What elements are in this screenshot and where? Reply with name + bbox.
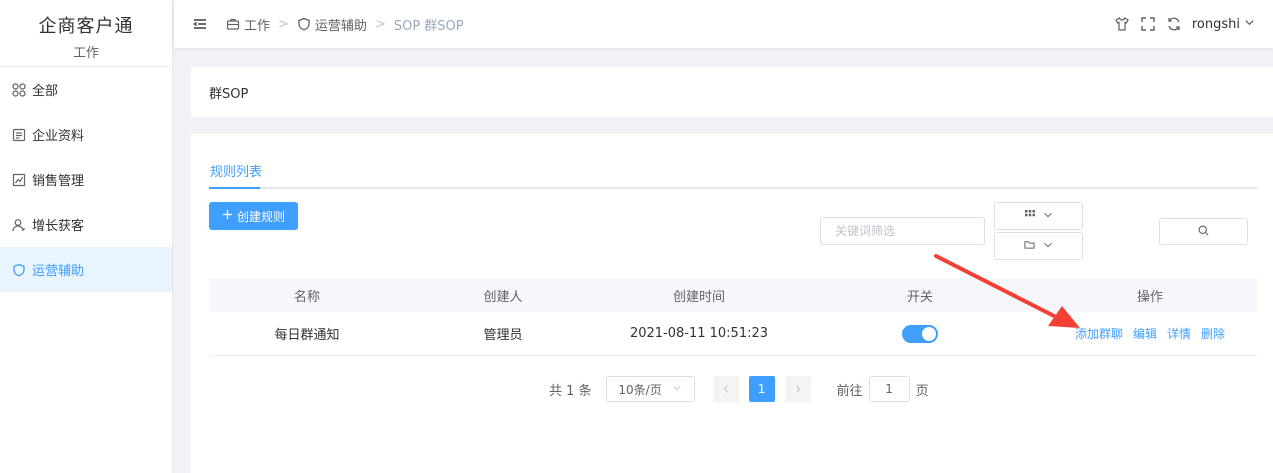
goto-prefix: 前往 bbox=[836, 383, 863, 399]
breadcrumb-label: 运营辅助 bbox=[314, 18, 367, 34]
username: rongshi bbox=[1191, 16, 1240, 32]
breadcrumb-item-work[interactable]: 工作 bbox=[226, 15, 270, 34]
sidebar-item-operations[interactable]: 运营辅助 bbox=[0, 247, 172, 292]
refresh-icon[interactable] bbox=[1166, 16, 1182, 32]
user-icon bbox=[12, 218, 26, 232]
chevron-down-icon bbox=[1043, 209, 1053, 224]
prev-page-button[interactable] bbox=[712, 376, 739, 402]
column-header-name: 名称 bbox=[293, 289, 320, 305]
sidebar: 企商客户通 工作 全部 企业资料 销售管理 增长获客 运营辅助 bbox=[0, 0, 173, 473]
annotation-arrow-icon bbox=[934, 254, 1080, 328]
column-header-created-at: 创建时间 bbox=[672, 289, 725, 305]
user-menu[interactable]: rongshi bbox=[1192, 17, 1255, 32]
tab-rule-list[interactable]: 规则列表 bbox=[209, 161, 263, 189]
create-rule-label: 创建规则 bbox=[236, 209, 285, 224]
page-size-value: 10条/页 bbox=[618, 382, 662, 397]
plus-icon bbox=[222, 209, 233, 223]
create-rule-button[interactable]: 创建规则 bbox=[209, 202, 298, 230]
delete-link[interactable]: 删除 bbox=[1201, 325, 1225, 342]
sidebar-item-label: 销售管理 bbox=[32, 174, 85, 189]
sidebar-item-label: 增长获客 bbox=[32, 219, 85, 234]
breadcrumb-separator: > bbox=[278, 16, 289, 32]
sidebar-item-label: 运营辅助 bbox=[32, 264, 85, 279]
rules-card: 规则列表 创建规则 名称 创建人 创建时间 bbox=[191, 134, 1273, 473]
goto-page-input[interactable] bbox=[868, 376, 910, 402]
page-number-current[interactable]: 1 bbox=[748, 376, 775, 402]
rules-table: 名称 创建人 创建时间 开关 操作 每日群通知 管理员 2021-08-11 1… bbox=[209, 278, 1257, 356]
sidebar-item-company-info[interactable]: 企业资料 bbox=[0, 112, 172, 157]
breadcrumb-item-operations[interactable]: 运营辅助 bbox=[297, 15, 367, 34]
sidebar-item-label: 全部 bbox=[32, 84, 59, 99]
details-link[interactable]: 详情 bbox=[1167, 325, 1191, 342]
column-header-creator: 创建人 bbox=[483, 289, 523, 305]
shield-icon bbox=[12, 263, 26, 277]
cell-name: 每日群通知 bbox=[274, 328, 340, 343]
grid-icon bbox=[12, 82, 26, 97]
sidebar-item-label: 企业资料 bbox=[32, 129, 85, 144]
keyword-search-input[interactable] bbox=[820, 217, 985, 245]
top-header: 工作 > 运营辅助 > SOP 群SOP rongshi bbox=[174, 0, 1273, 48]
search-icon bbox=[1198, 224, 1209, 239]
table-header: 名称 创建人 创建时间 开关 操作 bbox=[209, 278, 1257, 312]
pagination-total: 共 1 条 bbox=[549, 383, 592, 399]
goto-suffix: 页 bbox=[915, 383, 929, 399]
chevron-down-icon bbox=[1244, 17, 1255, 32]
breadcrumb-separator: > bbox=[374, 16, 386, 32]
briefcase-icon bbox=[226, 17, 240, 31]
view-mode-dropdown[interactable] bbox=[994, 202, 1083, 230]
chevron-down-icon bbox=[672, 382, 682, 396]
next-page-button[interactable] bbox=[784, 376, 811, 402]
chart-icon bbox=[12, 173, 26, 187]
cell-created-at: 2021-08-11 10:51:23 bbox=[629, 326, 769, 341]
brand-subtitle: 工作 bbox=[72, 46, 99, 61]
breadcrumb-label: 工作 bbox=[244, 18, 271, 34]
sidebar-item-all[interactable]: 全部 bbox=[0, 67, 172, 112]
page-title: 群SOP bbox=[209, 86, 249, 102]
tabs: 规则列表 bbox=[209, 152, 1257, 189]
breadcrumb: 工作 > 运营辅助 > SOP 群SOP bbox=[226, 15, 464, 34]
chevron-left-icon bbox=[723, 385, 728, 393]
page-title-card: 群SOP bbox=[191, 67, 1273, 117]
sidebar-menu: 全部 企业资料 销售管理 增长获客 运营辅助 bbox=[0, 67, 172, 292]
edit-link[interactable]: 编辑 bbox=[1133, 325, 1157, 342]
tab-active-indicator bbox=[209, 187, 260, 189]
table-row: 每日群通知 管理员 2021-08-11 10:51:23 添加群聊 编辑 详情… bbox=[209, 312, 1257, 356]
page-size-select[interactable]: 10条/页 bbox=[605, 376, 695, 402]
menu-toggle-icon[interactable] bbox=[192, 16, 208, 32]
brand-title: 企商客户通 bbox=[38, 16, 134, 37]
shield-icon bbox=[297, 17, 311, 31]
tshirt-icon[interactable] bbox=[1114, 16, 1130, 32]
document-icon bbox=[12, 128, 26, 142]
search-button[interactable] bbox=[1159, 218, 1248, 245]
pagination: 共 1 条 10条/页 1 前往 页 bbox=[549, 376, 929, 402]
header-actions: rongshi bbox=[1114, 16, 1255, 32]
sidebar-item-growth[interactable]: 增长获客 bbox=[0, 202, 172, 247]
brand: 企商客户通 工作 bbox=[0, 0, 172, 67]
grid-view-icon bbox=[1024, 209, 1035, 224]
sidebar-item-sales[interactable]: 销售管理 bbox=[0, 157, 172, 202]
breadcrumb-item-current: SOP 群SOP bbox=[393, 18, 464, 34]
cell-creator: 管理员 bbox=[483, 328, 523, 343]
chevron-right-icon bbox=[795, 385, 800, 393]
fullscreen-icon[interactable] bbox=[1140, 16, 1156, 32]
